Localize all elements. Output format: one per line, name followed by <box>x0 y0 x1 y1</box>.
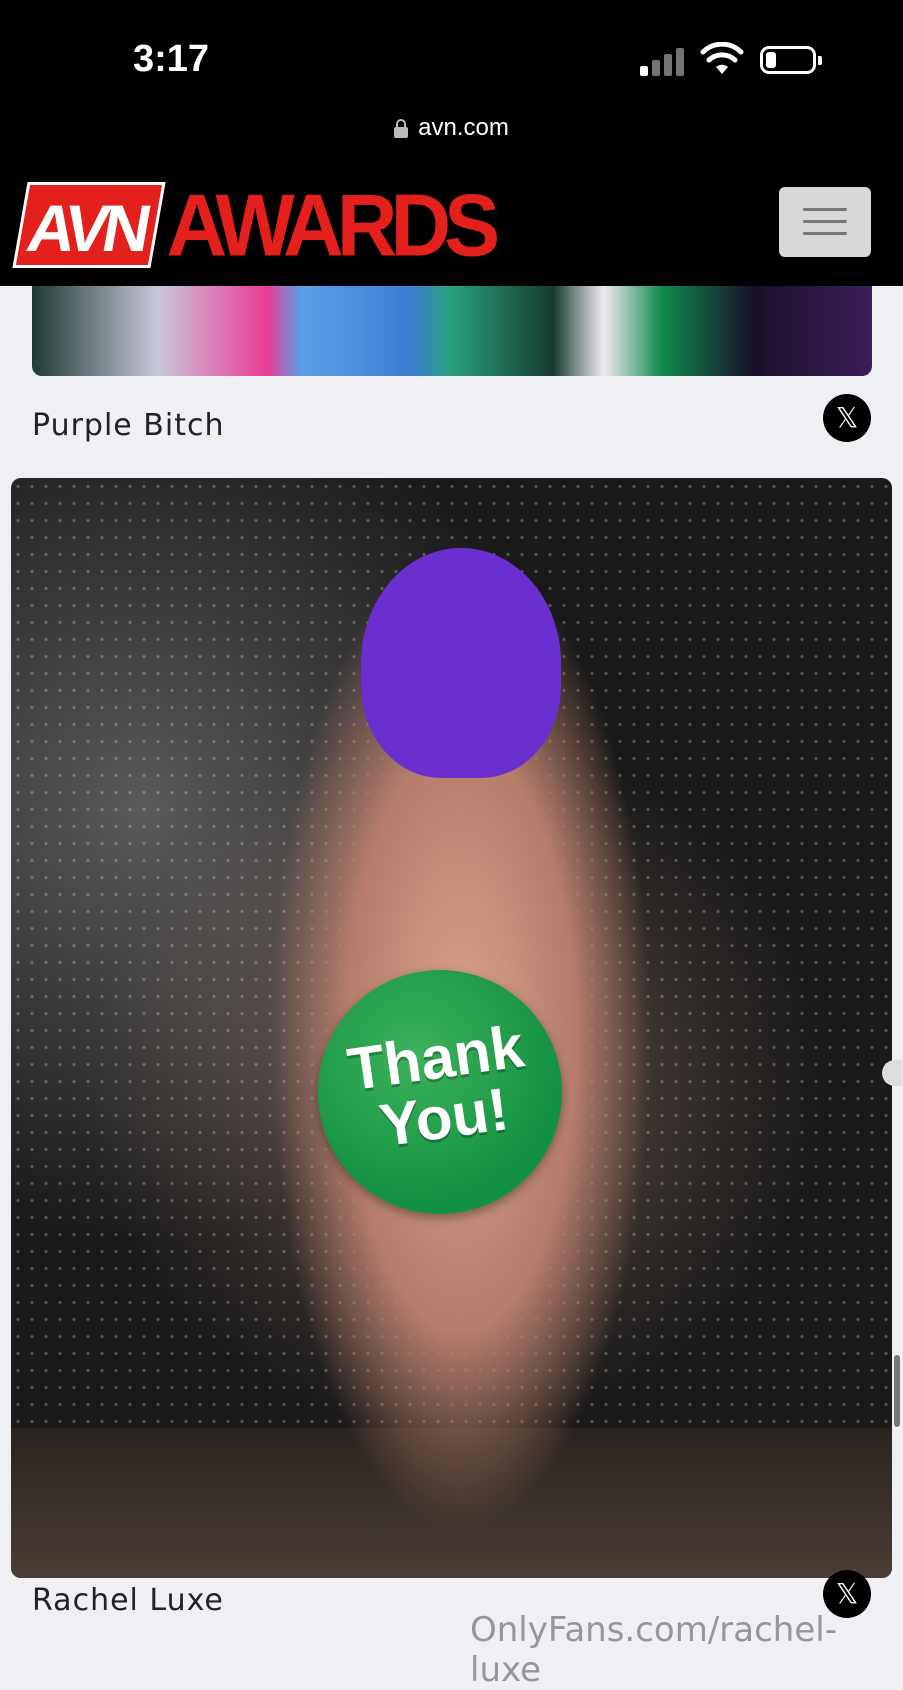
lock-icon <box>394 119 409 138</box>
side-handle[interactable] <box>882 1060 902 1086</box>
cellular-signal-icon <box>640 48 688 76</box>
thank-you-badge: Thank You! <box>318 970 562 1214</box>
entry-name[interactable]: Rachel Luxe <box>32 1583 224 1618</box>
hamburger-menu-icon <box>803 208 847 211</box>
status-bar: 3:17 <box>0 0 903 110</box>
wifi-icon <box>700 42 744 74</box>
logo-awards-text: AWARDS <box>166 175 500 275</box>
scrollbar[interactable] <box>894 1355 900 1427</box>
site-header: AVN AWARDS <box>0 160 903 286</box>
battery-icon <box>760 46 822 74</box>
entry-image-purple-bitch[interactable] <box>32 286 872 376</box>
url-bar[interactable]: avn.com <box>0 110 903 160</box>
thank-you-text: Thank You! <box>343 1012 528 1160</box>
watermark-text: OnlyFans.com/rachel-luxe <box>470 1610 837 1690</box>
url-text[interactable]: avn.com <box>418 114 509 142</box>
avn-awards-logo[interactable]: AVN AWARDS <box>12 175 500 275</box>
hamburger-menu-button[interactable] <box>779 187 871 257</box>
logo-avn-text: AVN <box>12 182 167 268</box>
status-time: 3:17 <box>133 38 210 80</box>
x-logo-icon[interactable]: 𝕏 <box>823 394 871 442</box>
entry-name[interactable]: Purple Bitch <box>32 408 224 443</box>
